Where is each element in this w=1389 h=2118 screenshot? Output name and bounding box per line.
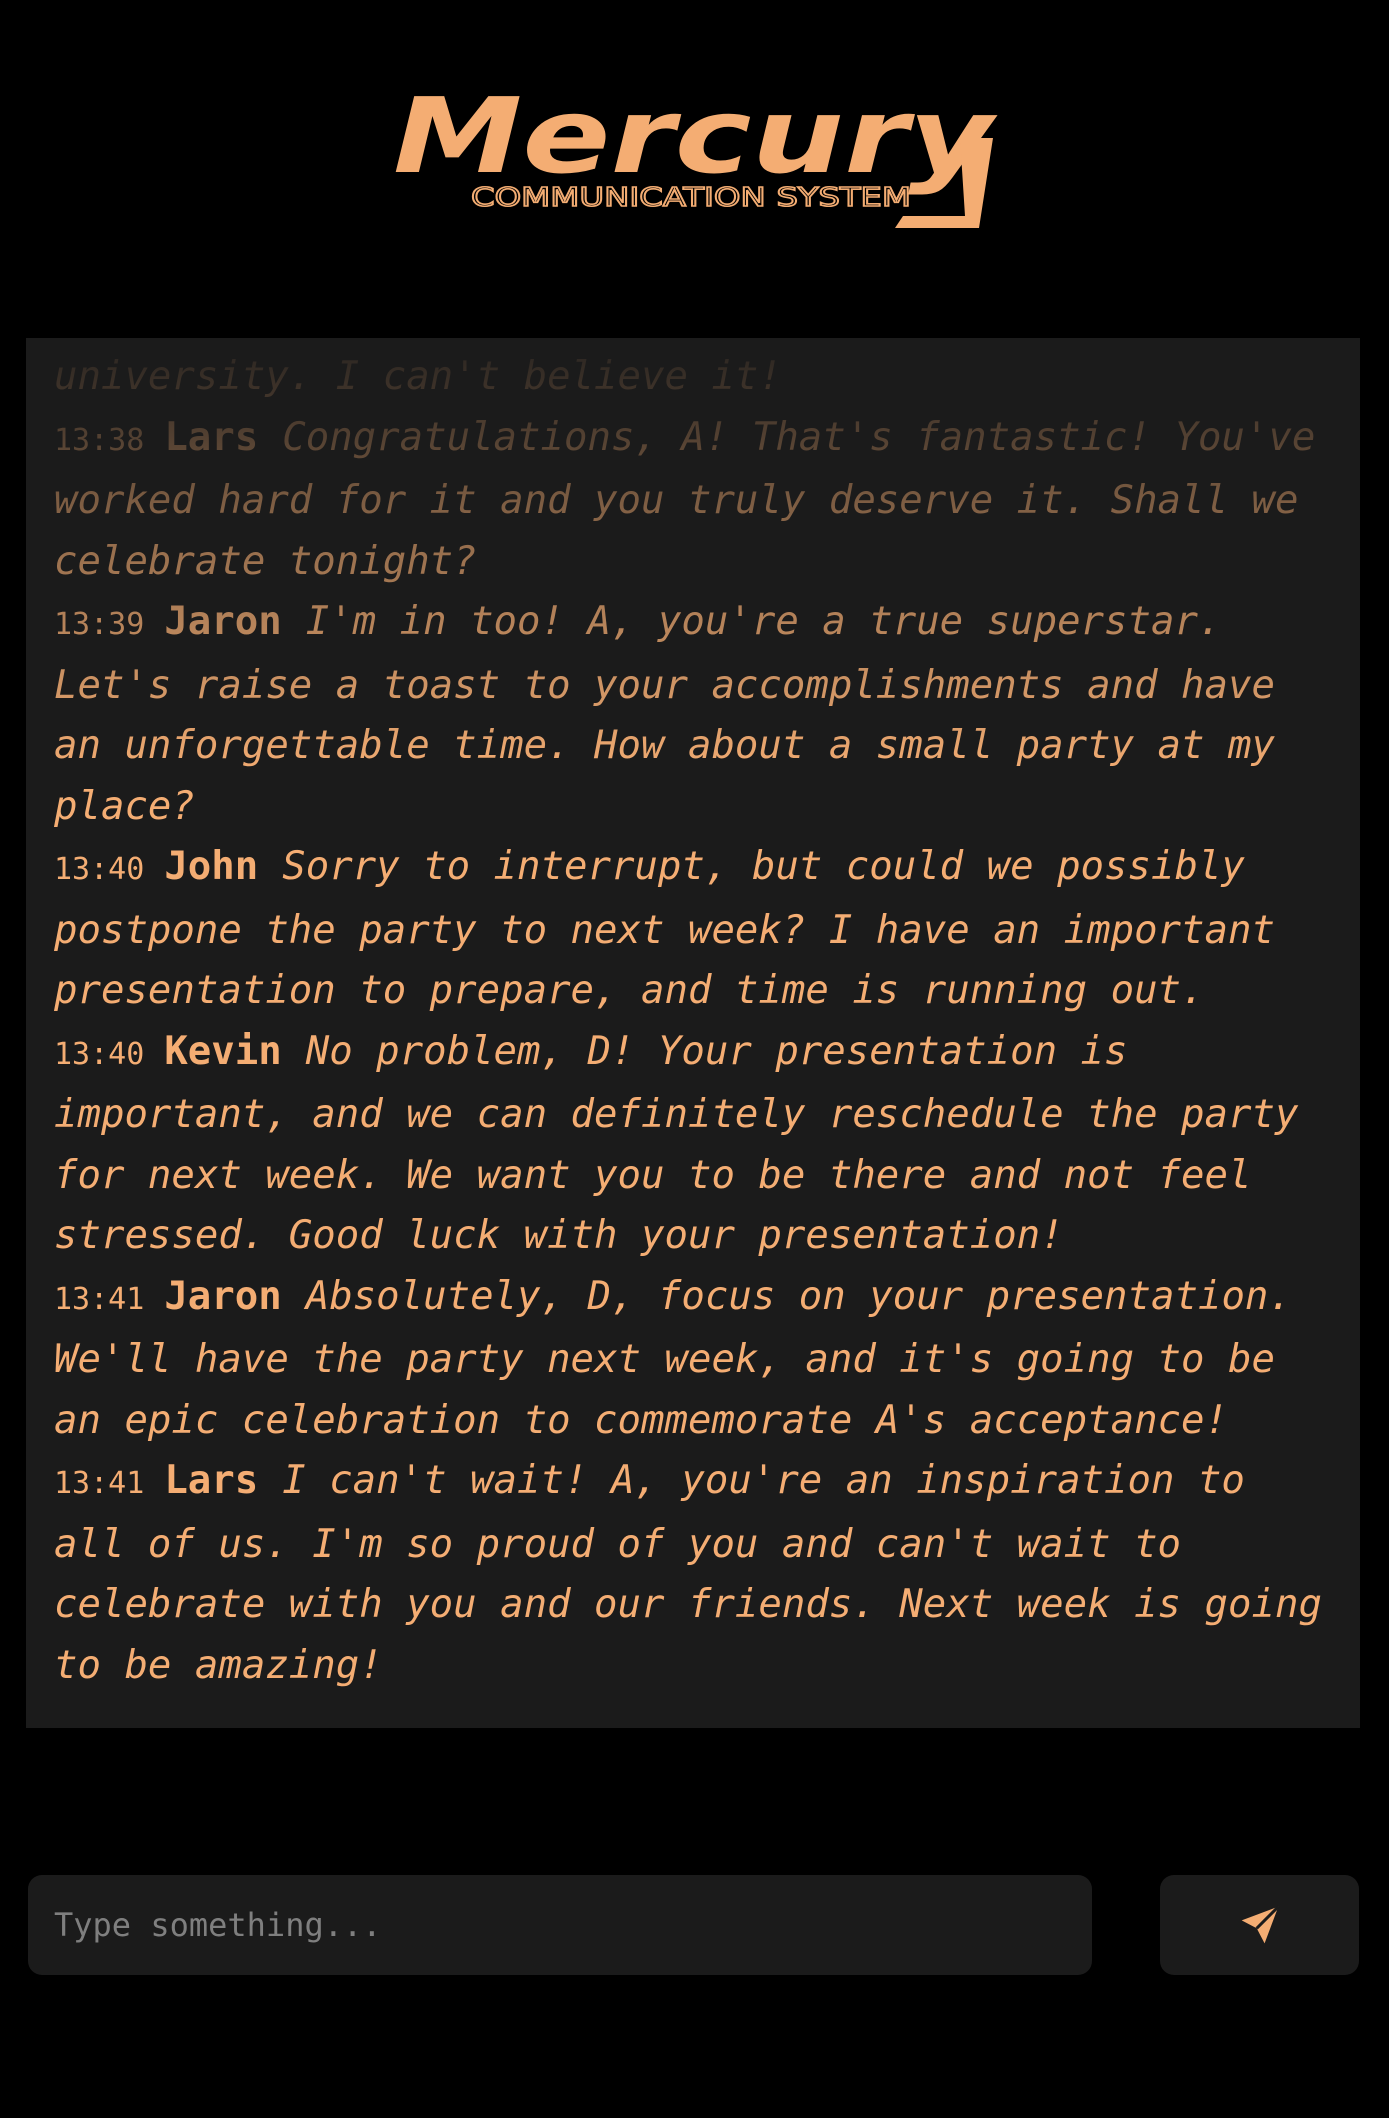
message-sender: Lars (164, 1458, 259, 1503)
paper-plane-icon (1241, 1905, 1279, 1944)
message-input[interactable] (28, 1875, 1092, 1975)
message-sender: Jaron (164, 1273, 282, 1319)
message-sender: Lars (164, 414, 259, 460)
message-sender: Kevin (164, 1028, 282, 1074)
chat-messages: received an acceptance letter from my dr… (54, 338, 1332, 1696)
message-timestamp: 13:41 (54, 1281, 145, 1317)
message-timestamp: 13:39 (54, 607, 145, 642)
message-sender: Jaron (164, 599, 282, 644)
chat-message: received an acceptance letter from my dr… (54, 338, 1332, 408)
send-button[interactable] (1160, 1875, 1359, 1975)
chat-message: 13:38 Lars Congratulations, A! That's fant… (54, 408, 1332, 593)
mercury-logo: Mercury COMMUNICATION SYSTEM (393, 80, 998, 228)
message-timestamp: 13:40 (54, 852, 145, 887)
chat-message: 13:40 Kevin No problem, D! Your presentati… (54, 1022, 1332, 1267)
chat-message: 13:40 John Sorry to interrupt, but could w… (54, 837, 1332, 1022)
chat-message: 13:39 Jaron I'm in too! A, you're a true s… (54, 592, 1332, 837)
app-logo: Mercury COMMUNICATION SYSTEM (0, 80, 1389, 250)
logo-subtitle: COMMUNICATION SYSTEM (471, 183, 911, 213)
message-text: received an acceptance letter from my dr… (54, 338, 1064, 399)
message-timestamp: 13:40 (54, 1036, 145, 1072)
chat-message: 13:41 Lars I can't wait! A, you're an insp… (54, 1451, 1332, 1696)
chat-message: 13:41 Jaron Absolutely, D, focus on your p… (54, 1267, 1332, 1452)
logo-title: Mercury (393, 80, 998, 197)
message-timestamp: 13:41 (54, 1466, 145, 1501)
message-sender: John (164, 844, 259, 889)
chat-log[interactable]: received an acceptance letter from my dr… (26, 338, 1360, 1728)
message-timestamp: 13:38 (54, 422, 145, 458)
